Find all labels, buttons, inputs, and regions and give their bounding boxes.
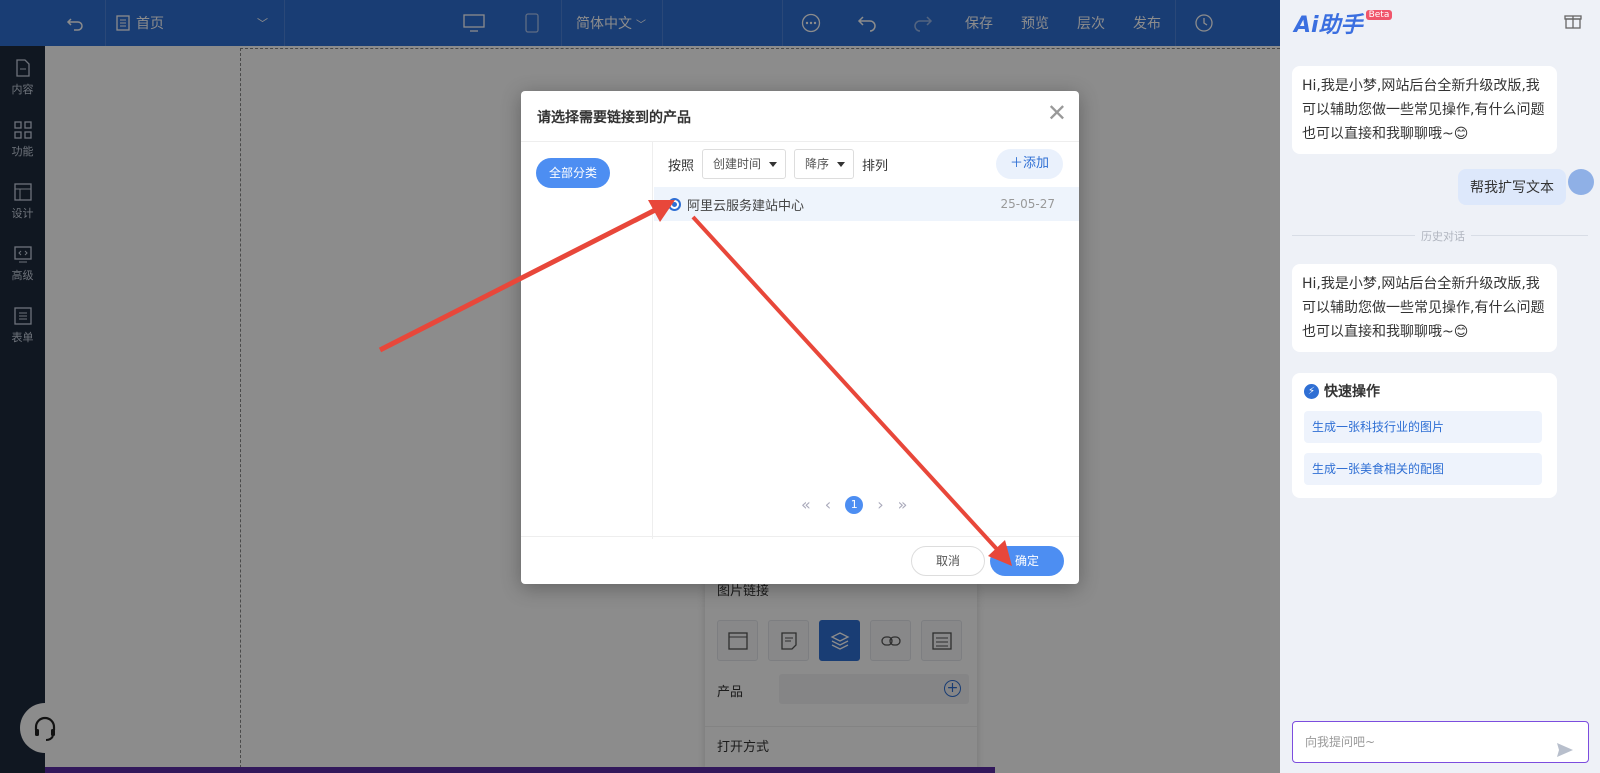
page-number[interactable]: 1 — [845, 495, 864, 514]
confirm-button[interactable]: 确定 — [990, 546, 1064, 576]
first-page-icon[interactable]: « — [801, 495, 811, 514]
sort-suffix-label: 排列 — [862, 158, 889, 174]
sort-field-select[interactable]: 创建时间 — [702, 149, 787, 179]
product-date: 25-05-27 — [1000, 197, 1055, 211]
close-icon[interactable]: ✕ — [1047, 99, 1067, 127]
plus-icon: ＋ — [1009, 156, 1023, 171]
category-column: 全部分类 — [521, 142, 653, 539]
add-label: 添加 — [1023, 156, 1050, 171]
history-label: 历史对话 — [1415, 228, 1471, 244]
product-name: 阿里云服务建站中心 — [687, 198, 805, 214]
sort-order-select[interactable]: 降序 — [794, 149, 855, 179]
radio-selected[interactable] — [668, 197, 681, 211]
last-page-icon[interactable]: » — [898, 495, 908, 514]
cancel-button[interactable]: 取消 — [911, 546, 985, 576]
beta-badge: Beta — [1365, 10, 1393, 20]
sort-row: 按照 创建时间 降序 排列 — [668, 149, 888, 179]
user-message: 帮我扩写文本 — [1458, 169, 1566, 205]
ai-logo: Ai助手 — [1294, 13, 1363, 38]
assistant-message: Hi,我是小梦,网站后台全新升级改版,我可以辅助您做一些常见操作,有什么问题也可… — [1292, 66, 1557, 154]
quick-actions: ⚡ 快速操作 生成一张科技行业的图片 生成一张美食相关的配图 — [1292, 373, 1557, 498]
quick-action-food-image[interactable]: 生成一张美食相关的配图 — [1304, 453, 1542, 485]
ai-question-input[interactable]: 向我提问吧~ — [1292, 721, 1589, 763]
product-link-dialog: 请选择需要链接到的产品 ✕ 全部分类 按照 创建时间 降序 排列 ＋添加 阿里云… — [521, 91, 1079, 584]
assistant-message: Hi,我是小梦,网站后台全新升级改版,我可以辅助您做一些常见操作,有什么问题也可… — [1292, 264, 1557, 352]
quick-action-tech-image[interactable]: 生成一张科技行业的图片 — [1304, 411, 1542, 443]
sort-by-label: 按照 — [668, 158, 695, 174]
category-all-button[interactable]: 全部分类 — [536, 158, 610, 188]
avatar — [1568, 169, 1594, 195]
pagination: « ‹ 1 › » — [801, 495, 907, 514]
lightning-icon: ⚡ — [1304, 383, 1319, 399]
ai-header: Ai助手 Beta — [1280, 0, 1600, 46]
dialog-title: 请选择需要链接到的产品 — [537, 110, 691, 126]
send-icon[interactable] — [1556, 734, 1574, 773]
quick-actions-title: 快速操作 — [1324, 384, 1380, 400]
input-placeholder: 向我提问吧~ — [1305, 735, 1376, 749]
add-product-button[interactable]: ＋添加 — [996, 149, 1063, 179]
next-page-icon[interactable]: › — [877, 495, 883, 514]
gift-icon[interactable] — [1564, 12, 1582, 34]
ai-assistant-panel: Ai助手 Beta Hi,我是小梦,网站后台全新升级改版,我可以辅助您做一些常见… — [1280, 0, 1600, 773]
prev-page-icon[interactable]: ‹ — [825, 495, 831, 514]
list-item[interactable]: 阿里云服务建站中心 25-05-27 — [654, 187, 1079, 221]
divider — [521, 536, 1079, 537]
quick-actions-header: ⚡ 快速操作 — [1304, 381, 1380, 401]
